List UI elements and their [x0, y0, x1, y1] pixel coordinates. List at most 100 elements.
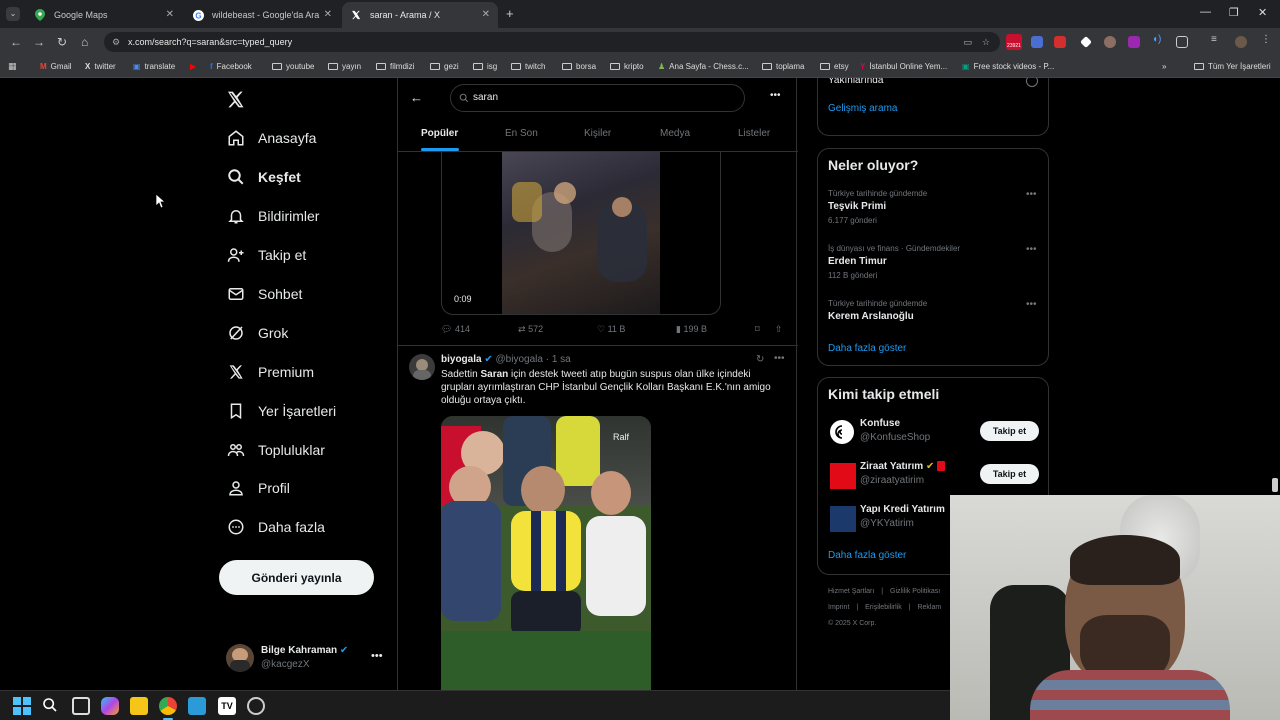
- restore-icon[interactable]: ❐: [1229, 6, 1239, 19]
- more-bookmarks-icon[interactable]: »: [1162, 62, 1166, 71]
- nav-home[interactable]: Anasayfa: [226, 126, 316, 150]
- tweet-video[interactable]: 0:09: [441, 152, 721, 315]
- follow-button[interactable]: Takip et: [980, 464, 1039, 484]
- new-tab-button[interactable]: +: [506, 6, 514, 21]
- trend-item[interactable]: Türkiye tarihinde gündemde Kerem Arslano…: [818, 295, 1050, 327]
- trend-more-icon[interactable]: •••: [1026, 299, 1037, 310]
- profile-avatar-icon[interactable]: [1235, 36, 1247, 48]
- purple-extension-icon[interactable]: [1128, 36, 1140, 48]
- bookmark-free-stock-videos[interactable]: ▣ Free stock videos - P...: [962, 62, 1054, 71]
- bookmark-youtube-icon[interactable]: ▶: [190, 62, 196, 71]
- trend-more-icon[interactable]: •••: [1026, 189, 1037, 200]
- tab-google-search[interactable]: G wildebeast - Google'da Ara ✕: [184, 2, 340, 28]
- back-icon[interactable]: ←: [10, 35, 22, 49]
- close-tab-icon[interactable]: ✕: [482, 9, 490, 20]
- apps-grid-icon[interactable]: ▦: [8, 61, 17, 72]
- tab-latest[interactable]: En Son: [505, 128, 538, 139]
- address-bar[interactable]: ⚙ x.com/search?q=saran&src=typed_query ▭…: [104, 32, 1000, 52]
- tab-google-maps[interactable]: Google Maps ✕: [26, 2, 182, 28]
- bookmark-translate[interactable]: ▣ translate: [133, 62, 175, 71]
- bookmark-folder-kripto[interactable]: kripto: [610, 62, 644, 71]
- bookmark-folder-filmdizi[interactable]: filmdizi: [376, 62, 414, 71]
- share-icon[interactable]: ⇧: [775, 324, 783, 335]
- tweet-more-icon[interactable]: •••: [774, 353, 785, 364]
- bookmark-folder-youtube[interactable]: youtube: [272, 62, 314, 71]
- bookmark-folder-toplama[interactable]: toplama: [762, 62, 804, 71]
- close-tab-icon[interactable]: ✕: [166, 9, 174, 20]
- reload-icon[interactable]: ↻: [57, 35, 67, 49]
- search-options-icon[interactable]: •••: [770, 90, 781, 101]
- trend-item[interactable]: Türkiye tarihinde gündemde Teşvik Primi …: [818, 185, 1050, 229]
- tab-search-button[interactable]: ⌄: [6, 7, 20, 21]
- close-window-icon[interactable]: ✕: [1258, 6, 1267, 19]
- close-tab-icon[interactable]: ✕: [324, 9, 332, 20]
- account-more-icon[interactable]: •••: [371, 650, 383, 662]
- obs-icon[interactable]: [247, 697, 265, 715]
- tab-lists[interactable]: Listeler: [738, 128, 770, 139]
- nav-follow[interactable]: Takip et: [226, 243, 306, 267]
- back-arrow-icon[interactable]: ←: [410, 90, 423, 105]
- bookmark-chess[interactable]: ♟ Ana Sayfa - Chess.c...: [658, 62, 749, 71]
- task-view-icon[interactable]: [72, 697, 90, 715]
- footer-terms-link[interactable]: Hizmet Şartları: [828, 588, 874, 595]
- footer-ads-link[interactable]: Reklam: [917, 604, 941, 611]
- bookmark-istanbul-yemek[interactable]: Y İstanbul Online Yem...: [860, 62, 947, 71]
- bookmark-folder-yayin[interactable]: yayın: [328, 62, 361, 71]
- nav-more[interactable]: Daha fazla: [226, 515, 325, 539]
- show-more-follow-link[interactable]: Daha fazla göster: [828, 550, 906, 561]
- tweet-time[interactable]: · 1 sa: [546, 354, 571, 365]
- puzzle-extensions-icon[interactable]: [1176, 36, 1188, 48]
- bookmark-all-bookmarks[interactable]: Tüm Yer İşaretleri: [1194, 62, 1271, 71]
- advanced-search-link[interactable]: Gelişmiş arama: [828, 103, 897, 114]
- like-button[interactable]: ♡ 11 B: [597, 324, 625, 335]
- follow-suggestion[interactable]: Ziraat Yatırım ✔ @ziraatyatirim Takip et: [818, 459, 1050, 495]
- adblock-extension-icon[interactable]: [1054, 36, 1066, 48]
- trend-item[interactable]: İş dünyası ve finans · Gündemdekiler Erd…: [818, 240, 1050, 284]
- tab-people[interactable]: Kişiler: [584, 128, 611, 139]
- translate-extension-icon[interactable]: [1031, 36, 1043, 48]
- windows-start-icon[interactable]: [13, 697, 31, 715]
- app-icon[interactable]: [188, 697, 206, 715]
- tradingview-icon[interactable]: TV: [218, 697, 236, 715]
- copilot-icon[interactable]: [101, 697, 119, 715]
- bookmark-icon[interactable]: ⌑: [755, 324, 760, 335]
- diamond-extension-icon[interactable]: [1080, 36, 1092, 48]
- bookmark-folder-borsa[interactable]: borsa: [562, 62, 596, 71]
- bookmark-facebook[interactable]: f Facebook: [210, 62, 252, 71]
- chrome-icon[interactable]: [159, 697, 177, 715]
- star-icon[interactable]: ☆: [982, 32, 990, 52]
- cookie-extension-icon[interactable]: [1104, 36, 1116, 48]
- home-button-icon[interactable]: ⌂: [81, 35, 88, 49]
- reading-list-icon[interactable]: ≡: [1211, 34, 1223, 46]
- extension-badge-icon[interactable]: 23921: [1006, 34, 1022, 50]
- nav-explore[interactable]: Keşfet: [226, 165, 301, 189]
- tab-popular[interactable]: Popüler: [421, 128, 458, 139]
- file-explorer-icon[interactable]: [130, 697, 148, 715]
- location-radio[interactable]: [1026, 78, 1038, 87]
- tweet-author[interactable]: biyogala: [441, 354, 482, 365]
- post-button[interactable]: Gönderi yayınla: [219, 560, 374, 595]
- reply-button[interactable]: 💬︎ 414: [441, 324, 470, 335]
- browser-menu-icon[interactable]: ⋮: [1261, 34, 1273, 46]
- bookmark-folder-twitch[interactable]: twitch: [511, 62, 545, 71]
- x-home-logo-icon[interactable]: [226, 90, 245, 109]
- tweet-handle[interactable]: @biyogala: [496, 354, 543, 365]
- tab-x-search[interactable]: saran - Arama / X ✕: [342, 2, 498, 28]
- forward-icon[interactable]: →: [33, 35, 45, 49]
- bookmark-gmail[interactable]: M Gmail: [40, 62, 72, 71]
- trend-more-icon[interactable]: •••: [1026, 244, 1037, 255]
- minimize-icon[interactable]: —: [1200, 6, 1211, 18]
- nav-notifications[interactable]: Bildirimler: [226, 204, 319, 228]
- tweet-photo[interactable]: Ralf: [441, 416, 651, 690]
- bookmark-folder-gezi[interactable]: gezi: [430, 62, 459, 71]
- search-input[interactable]: saran: [450, 84, 745, 112]
- grok-explain-icon[interactable]: ↻: [756, 354, 764, 365]
- nav-messages[interactable]: Sohbet: [226, 282, 302, 306]
- audio-extension-icon[interactable]: ◖): [1152, 34, 1164, 46]
- page-scrollbar[interactable]: [1272, 478, 1278, 492]
- follow-suggestion[interactable]: Konfuse @KonfuseShop Takip et: [818, 416, 1050, 452]
- taskbar-search-icon[interactable]: [42, 697, 60, 715]
- footer-imprint-link[interactable]: Imprint: [828, 604, 849, 611]
- account-switcher[interactable]: Bilge Kahraman ✔ @kacgezX •••: [226, 644, 396, 674]
- site-info-icon[interactable]: ⚙: [112, 32, 120, 52]
